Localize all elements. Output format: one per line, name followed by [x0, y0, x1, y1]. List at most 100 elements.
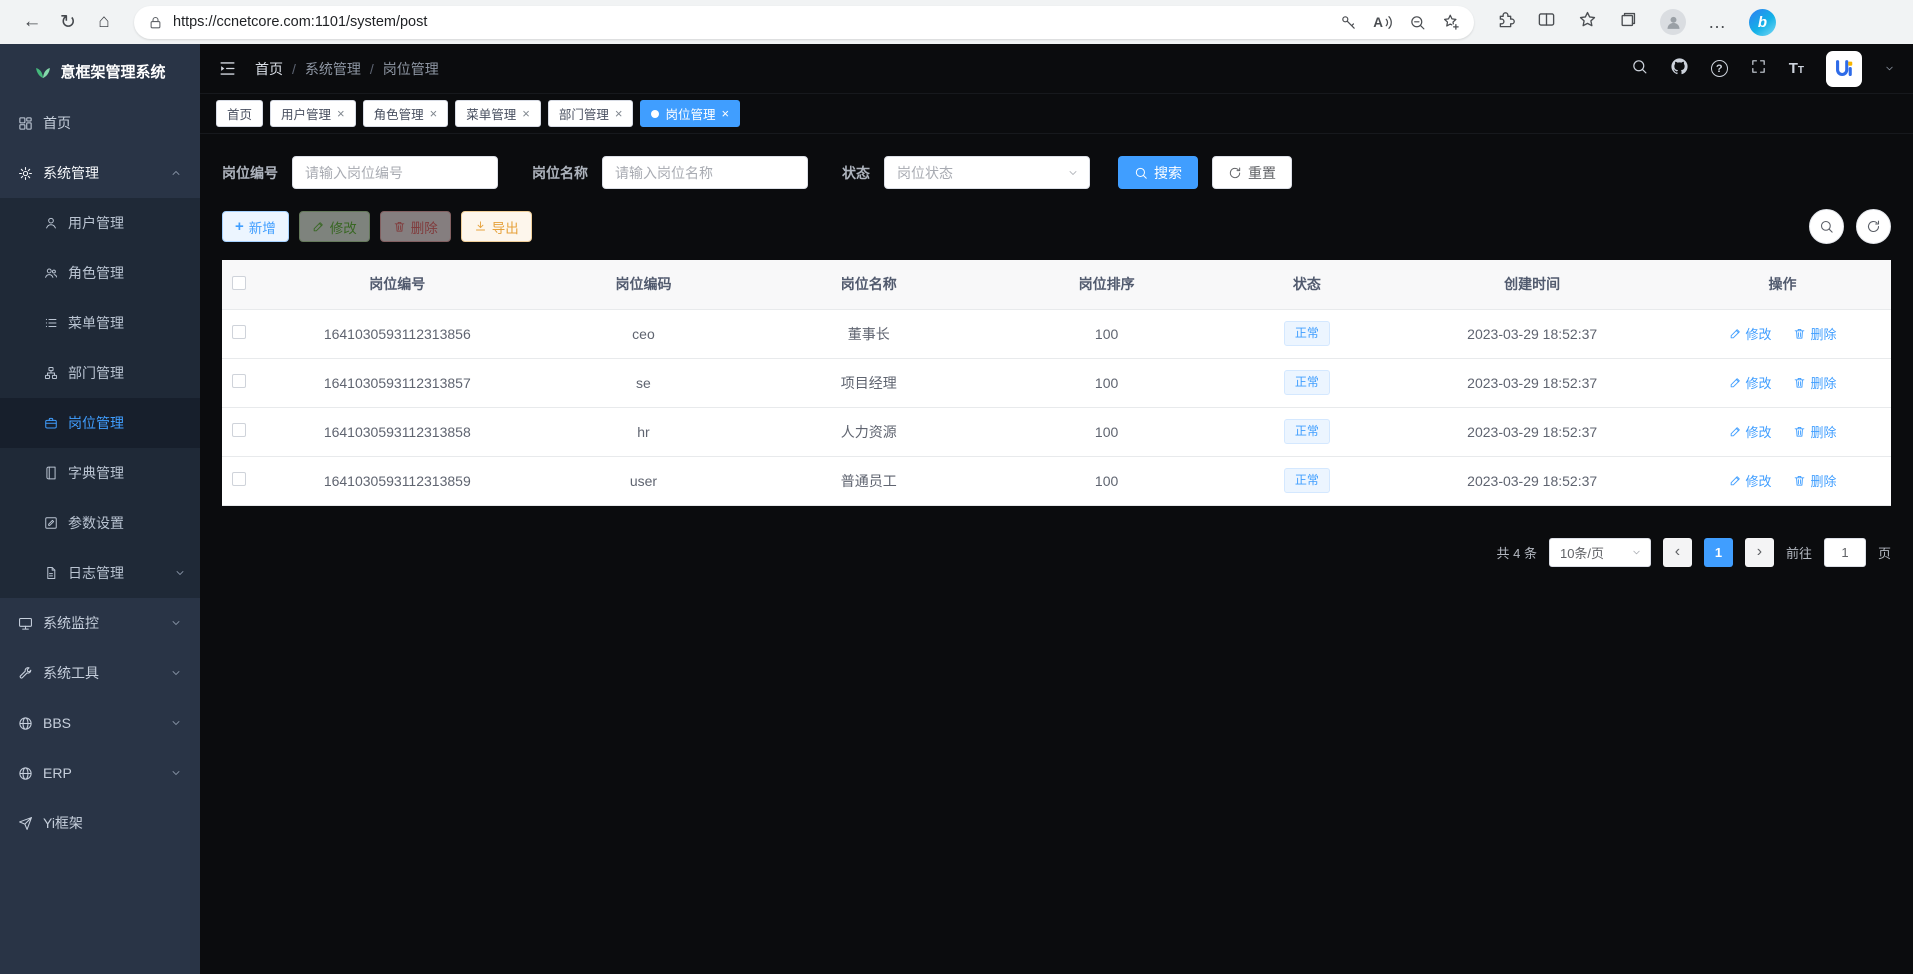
font-size-icon[interactable]: TT	[1789, 61, 1804, 76]
avatar-caret-icon[interactable]	[1884, 63, 1895, 74]
post-name-input[interactable]	[602, 156, 808, 189]
post-id-input[interactable]	[292, 156, 498, 189]
sidebar-item-menu-mgmt[interactable]: 菜单管理	[0, 298, 200, 348]
row-delete-link[interactable]: 删除	[1793, 471, 1836, 490]
row-edit-link[interactable]: 修改	[1729, 422, 1772, 441]
zoom-out-icon[interactable]	[1409, 14, 1426, 31]
cell-post-name: 人力资源	[748, 407, 990, 456]
add-favorite-icon[interactable]	[1442, 13, 1460, 31]
page-size-select[interactable]: 10条/页	[1549, 538, 1651, 567]
add-button[interactable]: + 新增	[222, 211, 289, 242]
sidebar-item-role-mgmt[interactable]: 角色管理	[0, 248, 200, 298]
close-icon[interactable]: ×	[522, 107, 530, 120]
search-button[interactable]: 搜索	[1118, 156, 1198, 189]
sidebar-item-label: 系统管理	[43, 163, 99, 183]
read-aloud-icon[interactable]: A	[1373, 15, 1393, 30]
send-icon	[18, 816, 33, 831]
row-delete-link[interactable]: 删除	[1793, 373, 1836, 392]
tab-user-mgmt[interactable]: 用户管理 ×	[270, 100, 356, 127]
password-key-icon[interactable]	[1340, 14, 1357, 31]
header-search-icon[interactable]	[1631, 58, 1648, 80]
sidebar-fold-icon[interactable]	[218, 59, 237, 78]
bing-copilot-icon[interactable]: b	[1749, 9, 1776, 36]
row-delete-link[interactable]: 删除	[1793, 422, 1836, 441]
chevron-down-icon	[174, 567, 186, 579]
goto-page-input[interactable]	[1824, 538, 1866, 567]
breadcrumb-home[interactable]: 首页	[255, 59, 283, 79]
sidebar-item-dict-mgmt[interactable]: 字典管理	[0, 448, 200, 498]
collections-icon[interactable]	[1619, 10, 1638, 34]
browser-back-button[interactable]: ←	[14, 4, 50, 40]
delete-button[interactable]: 删除	[380, 211, 451, 242]
status-badge: 正常	[1284, 370, 1330, 395]
tab-dept-mgmt[interactable]: 部门管理 ×	[548, 100, 634, 127]
row-checkbox[interactable]	[232, 472, 246, 486]
yi-logo-icon	[1833, 58, 1855, 80]
extensions-icon[interactable]	[1496, 10, 1515, 34]
select-all-checkbox[interactable]	[232, 276, 246, 290]
sidebar-item-user-mgmt[interactable]: 用户管理	[0, 198, 200, 248]
sidebar-item-home[interactable]: 首页	[0, 98, 200, 148]
row-checkbox[interactable]	[232, 374, 246, 388]
browser-refresh-button[interactable]: ↻	[50, 4, 86, 40]
sidebar-item-param-settings[interactable]: 参数设置	[0, 498, 200, 548]
sidebar-item-yi-framework[interactable]: Yi框架	[0, 798, 200, 848]
split-screen-icon[interactable]	[1537, 10, 1556, 34]
current-page-button[interactable]: 1	[1704, 538, 1733, 567]
row-checkbox[interactable]	[232, 423, 246, 437]
browser-menu-icon[interactable]: …	[1708, 12, 1727, 33]
user-avatar[interactable]	[1826, 51, 1862, 87]
browser-home-button[interactable]: ⌂	[86, 4, 122, 40]
close-icon[interactable]: ×	[615, 107, 623, 120]
cell-post-id: 1641030593112313856	[255, 309, 539, 358]
cell-post-id: 1641030593112313859	[255, 456, 539, 505]
tab-role-mgmt[interactable]: 角色管理 ×	[363, 100, 449, 127]
reset-button[interactable]: 重置	[1212, 156, 1292, 189]
url-text: https://ccnetcore.com:1101/system/post	[173, 14, 1324, 30]
cell-post-code: se	[539, 358, 748, 407]
post-name-label: 岗位名称	[532, 163, 588, 183]
breadcrumb-system[interactable]: 系统管理	[305, 59, 361, 79]
close-icon[interactable]: ×	[430, 107, 438, 120]
cell-post-name: 普通员工	[748, 456, 990, 505]
sidebar-item-bbs[interactable]: BBS	[0, 698, 200, 748]
table-row: 1641030593112313859 user 普通员工 100 正常 202…	[222, 456, 1891, 505]
prev-page-button[interactable]: ‹	[1663, 538, 1692, 567]
sidebar-item-erp[interactable]: ERP	[0, 748, 200, 798]
address-bar[interactable]: https://ccnetcore.com:1101/system/post A	[134, 6, 1474, 39]
row-edit-link[interactable]: 修改	[1729, 324, 1772, 343]
edit-button[interactable]: 修改	[299, 211, 370, 242]
export-button[interactable]: 导出	[461, 211, 532, 242]
sidebar-item-post-mgmt[interactable]: 岗位管理	[0, 398, 200, 448]
tab-menu-mgmt[interactable]: 菜单管理 ×	[455, 100, 541, 127]
sidebar-item-system-monitor[interactable]: 系统监控	[0, 598, 200, 648]
tab-home[interactable]: 首页	[216, 100, 263, 127]
close-icon[interactable]: ×	[721, 107, 729, 120]
browser-profile-avatar[interactable]	[1660, 9, 1686, 35]
next-page-button[interactable]: ›	[1745, 538, 1774, 567]
pencil-icon	[312, 220, 325, 233]
row-delete-link[interactable]: 删除	[1793, 324, 1836, 343]
sidebar-item-label: 菜单管理	[68, 313, 124, 333]
status-select[interactable]: 岗位状态	[884, 156, 1090, 189]
refresh-table-button[interactable]	[1856, 209, 1891, 244]
col-post-id: 岗位编号	[255, 260, 539, 309]
sidebar-item-dept-mgmt[interactable]: 部门管理	[0, 348, 200, 398]
favorites-bar-icon[interactable]	[1578, 10, 1597, 34]
github-icon[interactable]	[1670, 57, 1689, 81]
row-edit-link[interactable]: 修改	[1729, 373, 1772, 392]
sidebar-item-system-tools[interactable]: 系统工具	[0, 648, 200, 698]
table-row: 1641030593112313857 se 项目经理 100 正常 2023-…	[222, 358, 1891, 407]
fullscreen-icon[interactable]	[1750, 58, 1767, 80]
row-edit-link[interactable]: 修改	[1729, 471, 1772, 490]
sidebar-item-system-mgmt[interactable]: 系统管理	[0, 148, 200, 198]
row-checkbox[interactable]	[232, 325, 246, 339]
help-icon[interactable]: ?	[1711, 60, 1728, 77]
wrench-icon	[18, 666, 33, 681]
sidebar-item-log-mgmt[interactable]: 日志管理	[0, 548, 200, 598]
dashboard-icon	[18, 116, 33, 131]
close-icon[interactable]: ×	[337, 107, 345, 120]
plus-icon: +	[235, 219, 244, 234]
toggle-search-button[interactable]	[1809, 209, 1844, 244]
tab-post-mgmt[interactable]: 岗位管理 ×	[640, 100, 740, 127]
